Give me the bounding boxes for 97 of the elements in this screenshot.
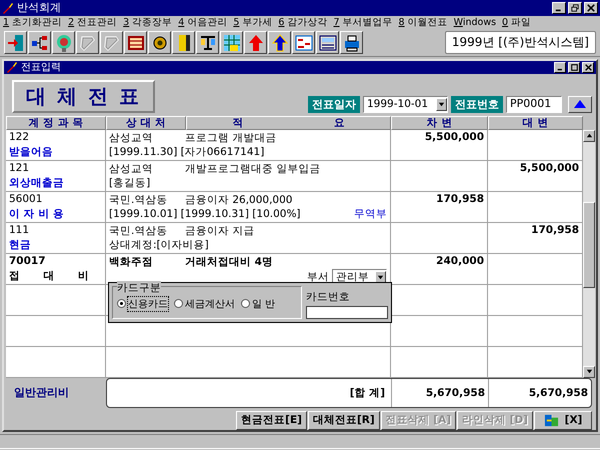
column-header: 차 변 bbox=[391, 116, 488, 130]
toolbar-printer-icon[interactable] bbox=[340, 31, 363, 54]
account-code: 121 bbox=[9, 162, 30, 174]
toolbar-tree-icon[interactable] bbox=[28, 31, 51, 54]
menu-item[interactable]: Windows bbox=[454, 17, 496, 28]
scroll-down-icon bbox=[586, 368, 592, 376]
menu-item[interactable]: 6 감가상각 bbox=[278, 16, 328, 30]
debit-amount: 5,500,000 bbox=[424, 130, 484, 143]
summary-text: 거래처접대비 4명 bbox=[185, 254, 273, 269]
account-name: 외상매출금 bbox=[9, 176, 65, 190]
toolbar-door-icon[interactable] bbox=[4, 31, 27, 54]
account-name: 이 자 비 용 bbox=[9, 206, 65, 221]
partner-name: 삼성교역 bbox=[109, 162, 154, 176]
toolbar-book-icon[interactable] bbox=[172, 31, 195, 54]
menu-item[interactable]: 2 전표관리 bbox=[68, 16, 118, 30]
scrollbar[interactable] bbox=[583, 130, 595, 378]
card-type-label: 카드구분 bbox=[117, 280, 161, 295]
company-label: 1999년 [(주)반석시스템] bbox=[444, 31, 596, 54]
total-debit: 5,670,958 bbox=[392, 378, 489, 407]
close-icon bbox=[584, 64, 592, 71]
date-dropdown[interactable]: 1999-10-01 bbox=[363, 96, 448, 113]
toolbar-grid-icon[interactable] bbox=[220, 31, 243, 54]
date-label: 전표일자 bbox=[308, 96, 360, 113]
up-button[interactable] bbox=[568, 96, 592, 113]
partner-name: 삼성교역 bbox=[109, 130, 154, 145]
radio-option[interactable]: 세금계산서 bbox=[174, 296, 235, 311]
radio-option[interactable]: 신용카드 bbox=[117, 296, 168, 311]
radio-option[interactable]: 일 반 bbox=[241, 296, 276, 311]
menu-item[interactable]: 0 파일 bbox=[502, 16, 532, 30]
partner-name: 국민.역삼동 bbox=[109, 192, 168, 207]
debit-amount: 170,958 bbox=[436, 192, 484, 205]
action-button[interactable]: 현금전표[E] bbox=[236, 410, 307, 430]
exit-button[interactable]: [X] bbox=[534, 410, 592, 430]
department-dropdown[interactable]: 관리부 bbox=[332, 268, 387, 284]
number-label: 전표번호 bbox=[451, 96, 503, 113]
entry-note: [1999.10.01] [1999.10.31] [10.00%] bbox=[109, 208, 301, 220]
total-label: [합 계] bbox=[107, 378, 392, 407]
close-icon bbox=[587, 4, 595, 12]
entry-note: 상대계정:[이자비용] bbox=[109, 238, 209, 252]
menu-item[interactable]: 3 각종장부 bbox=[123, 16, 172, 30]
credit-amount: 170,958 bbox=[531, 224, 579, 236]
caret-icon bbox=[377, 274, 384, 281]
form-title: 전표입력 bbox=[21, 61, 62, 74]
department-label: 부서 bbox=[307, 270, 329, 284]
maximize-icon bbox=[570, 64, 578, 71]
summary-text: 개발프로그램대중 일부입금 bbox=[185, 162, 320, 176]
toolbar-coin-icon[interactable] bbox=[148, 31, 171, 54]
footer-account: 일반관리비 bbox=[13, 385, 70, 402]
voucher-heading: 대 체 전 표 bbox=[12, 80, 155, 113]
number-field[interactable]: PP0001 bbox=[506, 96, 562, 113]
window-title: 반석회계 bbox=[17, 0, 62, 16]
entry-note: [1999.11.30] [자가06617141] bbox=[109, 144, 264, 159]
summary-text: 프로그램 개발대금 bbox=[185, 130, 276, 145]
partner-name: 백화주점 bbox=[109, 254, 154, 269]
menu-item[interactable]: 5 부가세 bbox=[233, 16, 272, 30]
maximize-button[interactable] bbox=[568, 62, 580, 73]
scroll-up-icon bbox=[586, 132, 592, 140]
restore-button[interactable] bbox=[568, 2, 582, 14]
menu-item[interactable]: 1 초기화관리 bbox=[3, 16, 62, 30]
menu-item[interactable]: 4 어음관리 bbox=[178, 16, 228, 30]
debit-amount: 240,000 bbox=[436, 254, 484, 267]
close-button[interactable] bbox=[582, 62, 594, 73]
menu-item[interactable]: 7 부서별업무 bbox=[333, 16, 393, 30]
account-name: 받을어음 bbox=[9, 144, 54, 159]
account-name: 접 대 비 bbox=[9, 268, 89, 283]
account-name: 현금 bbox=[9, 238, 32, 252]
account-code: 122 bbox=[9, 130, 30, 143]
card-number-label: 카드번호 bbox=[306, 290, 351, 304]
toolbar-arrow-icon[interactable] bbox=[268, 31, 291, 54]
triangle-up-icon bbox=[574, 100, 586, 108]
minimize-button[interactable] bbox=[554, 62, 566, 73]
column-header: 상 대 처 bbox=[106, 116, 186, 130]
credit-amount: 5,500,000 bbox=[520, 162, 579, 174]
partner-name: 국민.역삼동 bbox=[109, 224, 168, 238]
column-header: 계 정 과 목 bbox=[6, 116, 106, 130]
brush-icon bbox=[6, 61, 18, 74]
column-header: 대 변 bbox=[488, 116, 583, 130]
column-header: 적 bbox=[232, 116, 244, 129]
column-header: 요 bbox=[334, 116, 345, 129]
summary-text: 금융이자 지급 bbox=[185, 224, 254, 238]
account-code: 70017 bbox=[9, 254, 47, 267]
account-code: 56001 bbox=[9, 192, 44, 205]
action-button[interactable]: 대체전표[R] bbox=[308, 410, 380, 430]
card-number-field[interactable] bbox=[306, 306, 388, 319]
restore-icon bbox=[571, 4, 579, 12]
brush-icon bbox=[2, 2, 14, 14]
close-button[interactable] bbox=[584, 2, 598, 14]
total-credit: 5,670,958 bbox=[528, 386, 589, 401]
minimize-button[interactable] bbox=[552, 2, 566, 14]
menu-item[interactable]: 8 이월전표 bbox=[398, 16, 448, 30]
toolbar-calculator-icon[interactable] bbox=[316, 31, 339, 54]
toolbar-scale-icon[interactable] bbox=[196, 31, 219, 54]
summary-text: 금융이자 26,000,000 bbox=[185, 192, 292, 207]
account-code: 111 bbox=[9, 224, 30, 236]
department-tag: 무역부 bbox=[354, 206, 387, 221]
caret-icon bbox=[438, 100, 445, 108]
entry-note: [홍길동] bbox=[109, 176, 150, 190]
